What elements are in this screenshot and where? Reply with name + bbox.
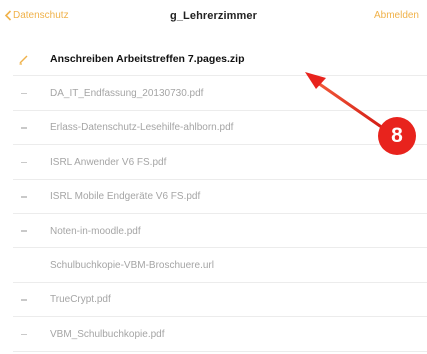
file-row[interactable]: Noten-in-moodle.pdf [0,214,427,249]
page-title: g_Lehrerzimmer [170,10,257,22]
file-name: ISRL Mobile Endgeräte V6 FS.pdf [50,191,201,203]
file-name: Erlass-Datenschutz-Lesehilfe-ahlborn.pdf [50,122,234,134]
dash-icon [18,225,30,237]
dash-icon [18,156,30,168]
dash-icon [18,122,30,134]
pencil-icon [18,53,30,65]
file-row[interactable]: VBM_Schulbuchkopie.pdf [0,317,427,352]
file-name: Noten-in-moodle.pdf [50,225,141,237]
file-name: TrueCrypt.pdf [50,294,111,306]
file-row[interactable]: Erlass-Datenschutz-Lesehilfe-ahlborn.pdf [0,111,427,146]
file-name: ISRL Anwender V6 FS.pdf [50,156,167,168]
step-number-badge: 8 [378,117,416,155]
file-name: Anschreiben Arbeitstreffen 7.pages.zip [50,53,245,66]
logout-button[interactable]: Abmelden [374,10,419,21]
file-name: DA_IT_Endfassung_20130730.pdf [50,88,204,100]
dash-icon [18,294,30,306]
file-browser-screen: Datenschutz g_Lehrerzimmer Abmelden Ansc… [0,0,427,354]
file-row[interactable]: Anschreiben Arbeitstreffen 7.pages.zip [0,42,427,77]
file-row[interactable]: DA_IT_Endfassung_20130730.pdf [0,76,427,112]
file-row[interactable]: ISRL Mobile Endgeräte V6 FS.pdf [0,180,427,215]
file-row[interactable]: TrueCrypt.pdf [0,283,427,318]
file-name: VBM_Schulbuchkopie.pdf [50,328,165,340]
dash-icon [18,191,30,203]
file-row[interactable]: Schulbuchkopie-VBM-Broschuere.url [0,248,427,284]
navigation-bar: Datenschutz g_Lehrerzimmer Abmelden [0,0,427,38]
file-list: Anschreiben Arbeitstreffen 7.pages.zip D… [0,42,427,352]
dash-icon [18,328,30,340]
dash-icon [18,88,30,100]
file-name: Schulbuchkopie-VBM-Broschuere.url [50,260,214,272]
file-row[interactable]: ISRL Anwender V6 FS.pdf [0,145,427,180]
